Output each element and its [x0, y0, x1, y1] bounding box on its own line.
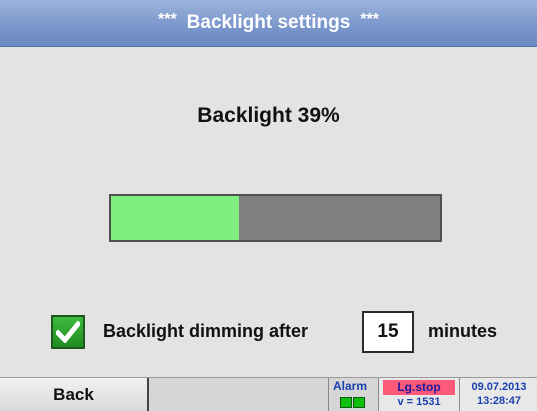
title-stars-right: ***: [360, 11, 380, 28]
logger-status-label: Lg.stop: [383, 380, 455, 395]
dimming-unit-label: minutes: [428, 321, 498, 341]
alarm-led-1: [340, 397, 352, 408]
alarm-label: Alarm: [333, 379, 368, 393]
status-bar: Back Alarm Lg.stop v = 1531 09.07.2013 1…: [0, 377, 537, 411]
backlight-level-label: Backlight 39%: [197, 104, 340, 127]
date-text: 09.07.2013: [471, 381, 527, 393]
time-text: 13:28:47: [476, 395, 522, 407]
logger-status: Lg.stop v = 1531: [378, 378, 459, 411]
dimming-label: Backlight dimming after: [103, 321, 309, 341]
back-button[interactable]: Back: [0, 378, 149, 411]
backlight-slider[interactable]: [109, 194, 442, 242]
backlight-slider-fill: [111, 196, 240, 240]
settings-panel: Backlight 39% Backlight dimming after 15…: [0, 47, 537, 377]
dimming-minutes-input[interactable]: 15: [362, 311, 414, 353]
datetime-display: 09.07.2013 13:28:47: [459, 378, 537, 411]
checkmark-icon: [56, 321, 80, 343]
title-stars-left: ***: [157, 11, 177, 28]
title-bar: *** Backlight settings ***: [0, 0, 537, 47]
alarm-led-2: [353, 397, 365, 408]
dimming-checkbox[interactable]: [51, 315, 85, 349]
page-title: Backlight settings: [186, 12, 351, 33]
logger-value: v = 1531: [397, 396, 441, 408]
alarm-indicator: Alarm: [328, 378, 378, 411]
